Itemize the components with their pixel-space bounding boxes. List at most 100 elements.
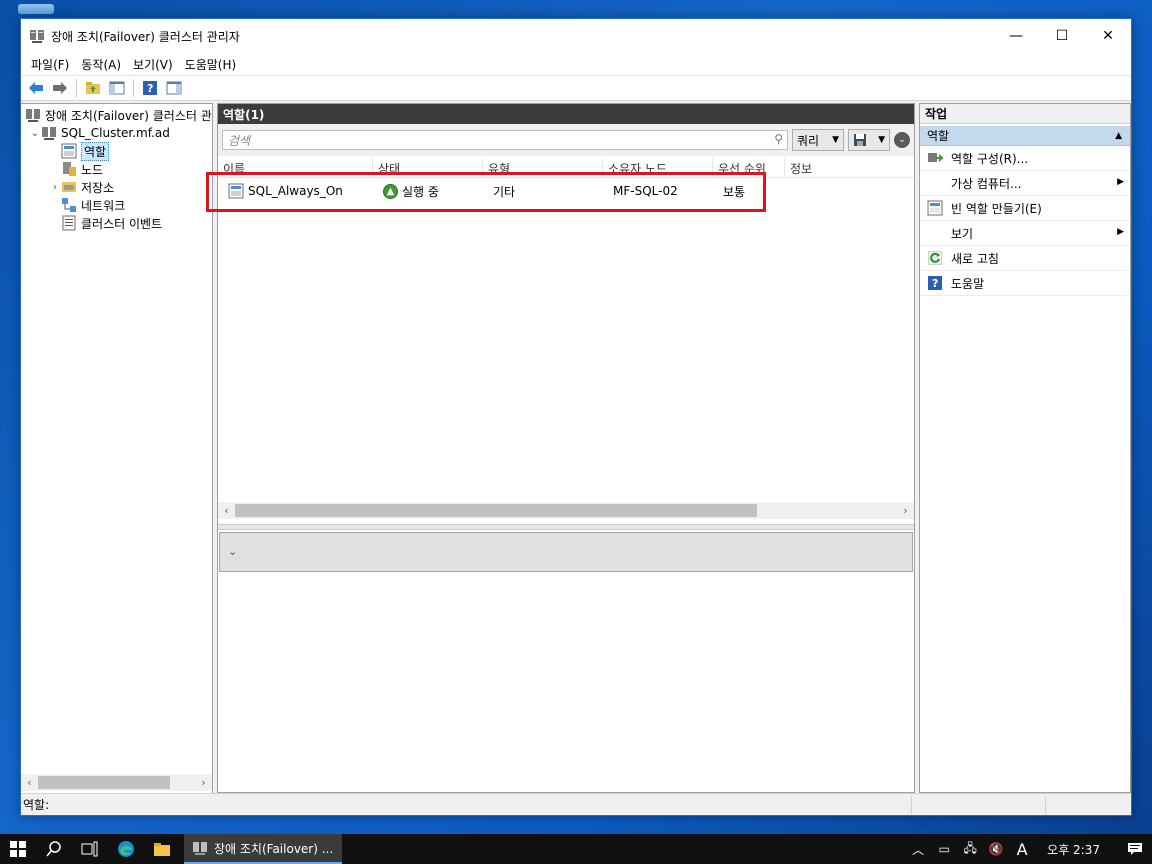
column-header-info[interactable]: 정보 (785, 158, 914, 178)
forward-arrow-icon (53, 82, 67, 94)
actions-section-label: 역할 (927, 129, 950, 143)
menu-action[interactable]: 동작(A) (75, 56, 127, 73)
save-query-button[interactable]: ▼ (848, 129, 890, 151)
tree-item-storage[interactable]: › 저장소 (49, 178, 114, 196)
roles-icon (61, 143, 77, 159)
console-tree: 장애 조치(Failover) 클러스터 관 ⌄ SQL_Cluster.mf.… (21, 103, 213, 793)
collapse-chevron-icon[interactable]: ⌄ (29, 128, 41, 139)
status-text: 역할: (23, 798, 50, 812)
task-view-button[interactable] (72, 834, 108, 864)
dropdown-arrow-icon: ▼ (878, 135, 885, 145)
failover-cluster-manager-window: 장애 조치(Failover) 클러스터 관리자 — ☐ ✕ 파일(F) 동작(… (20, 18, 1132, 816)
scroll-right-icon[interactable]: › (897, 502, 914, 519)
taskbar-app-failover-manager[interactable]: 장애 조치(Failover) ... (184, 834, 342, 864)
scroll-thumb[interactable] (38, 776, 170, 789)
taskbar-app-label: 장애 조치(Failover) ... (214, 841, 334, 856)
storage-icon (62, 182, 76, 192)
help-icon: ? (927, 275, 943, 291)
recycle-bin-icon[interactable] (18, 4, 54, 14)
action-pane-icon (166, 81, 182, 95)
notifications-icon[interactable] (1118, 834, 1152, 864)
scroll-right-icon[interactable]: › (195, 774, 212, 791)
collapse-up-icon[interactable]: ▲ (1115, 131, 1122, 141)
taskbar: 장애 조치(Failover) ... ︿ ▭ 🖧 🔇 A 오후 2:37 (0, 834, 1152, 864)
search-button[interactable] (36, 834, 72, 864)
tree-item-label: 클러스터 이벤트 (81, 216, 163, 231)
grid-horizontal-scrollbar[interactable]: ‹ › (218, 502, 914, 519)
edge-browser-button[interactable] (108, 834, 144, 864)
empty-role-icon (927, 200, 943, 216)
toolbar-separator (76, 79, 77, 97)
search-icon (46, 841, 61, 857)
network-icon[interactable]: 🖧 (959, 834, 981, 864)
show-hidden-icons-chevron-icon[interactable]: ︿ (907, 834, 929, 864)
action-help[interactable]: ? 도움말 (920, 271, 1130, 296)
task-view-icon (81, 841, 98, 857)
close-button[interactable]: ✕ (1085, 19, 1131, 53)
title-bar: 장애 조치(Failover) 클러스터 관리자 — ☐ ✕ (21, 19, 1131, 53)
back-button[interactable] (25, 77, 47, 99)
scroll-left-icon[interactable]: ‹ (21, 774, 38, 791)
tree-horizontal-scrollbar[interactable]: ‹ › (21, 774, 212, 791)
clock[interactable]: 오후 2:37 (1037, 841, 1114, 858)
actions-title: 작업 (920, 104, 1130, 124)
scroll-left-icon[interactable]: ‹ (218, 502, 235, 519)
folder-icon (154, 843, 170, 856)
pane-splitter[interactable] (218, 524, 914, 530)
up-folder-button[interactable] (82, 77, 104, 99)
details-panel: ⌄ (219, 532, 913, 572)
toolbar-separator (133, 79, 134, 97)
search-row: 검색 ⚲ 쿼리 ▼ ▼ ⌄ (218, 124, 914, 156)
search-icon[interactable]: ⚲ (774, 132, 783, 146)
action-refresh[interactable]: 새로 고침 (920, 246, 1130, 271)
file-explorer-button[interactable] (144, 834, 180, 864)
query-button[interactable]: 쿼리 ▼ (792, 129, 844, 151)
action-label: 가상 컴퓨터... (951, 176, 1022, 191)
minimize-button[interactable]: — (993, 19, 1039, 53)
menu-file[interactable]: 파일(F) (25, 56, 75, 73)
scroll-thumb[interactable] (235, 504, 757, 517)
query-label: 쿼리 (797, 133, 820, 148)
action-view[interactable]: 보기 ▶ (920, 221, 1130, 246)
maximize-button[interactable]: ☐ (1039, 19, 1085, 53)
action-configure-role[interactable]: 역할 구성(R)... (920, 146, 1130, 171)
actions-pane: 작업 역할 ▲ 역할 구성(R)... 가상 컴퓨터... ▶ 빈 역할 만들기… (919, 103, 1131, 793)
tree-item-roles[interactable]: 역할 (61, 141, 110, 161)
tree-item-cluster-events[interactable]: 클러스터 이벤트 (61, 214, 162, 232)
roles-pane: 역할(1) 검색 ⚲ 쿼리 ▼ ▼ ⌄ 이름 상태 유형 소유자 노드 우선 순… (206, 103, 915, 793)
search-placeholder: 검색 (228, 133, 251, 148)
action-create-empty-role[interactable]: 빈 역할 만들기(E) (920, 196, 1130, 221)
actions-section-roles[interactable]: 역할 ▲ (920, 126, 1130, 146)
menu-help[interactable]: 도움말(H) (179, 56, 243, 73)
edge-icon (118, 841, 134, 857)
ime-indicator[interactable]: A (1011, 834, 1033, 864)
svg-text:?: ? (932, 277, 938, 290)
help-button[interactable]: ? (139, 77, 161, 99)
dropdown-arrow-icon: ▼ (832, 135, 839, 145)
show-hide-console-tree-button[interactable] (106, 77, 128, 99)
tree-root[interactable]: 장애 조치(Failover) 클러스터 관 (25, 106, 212, 124)
tree-item-networks[interactable]: 네트워크 (61, 196, 125, 214)
expand-chevron-icon[interactable]: › (49, 182, 61, 193)
show-hide-action-pane-button[interactable] (163, 77, 185, 99)
action-label: 역할 구성(R)... (951, 151, 1029, 166)
window-title: 장애 조치(Failover) 클러스터 관리자 (51, 29, 240, 44)
tree-item-nodes[interactable]: 노드 (61, 160, 103, 178)
expand-details-chevron-icon[interactable]: ⌄ (228, 545, 237, 558)
tree-item-label: 네트워크 (81, 198, 126, 213)
menu-view[interactable]: 보기(V) (127, 56, 179, 73)
tree-cluster[interactable]: ⌄ SQL_Cluster.mf.ad (29, 124, 170, 142)
back-arrow-icon (29, 82, 43, 94)
save-icon (854, 134, 866, 146)
svg-text:?: ? (147, 82, 153, 95)
console-tree-icon (109, 81, 125, 95)
expand-options-icon[interactable]: ⌄ (894, 132, 910, 148)
help-icon: ? (143, 81, 157, 95)
start-button[interactable] (0, 834, 36, 864)
battery-icon[interactable]: ▭ (933, 834, 955, 864)
action-virtual-machines[interactable]: 가상 컴퓨터... ▶ (920, 171, 1130, 196)
forward-button[interactable] (49, 77, 71, 99)
configure-role-icon (927, 150, 943, 166)
search-input[interactable]: 검색 ⚲ (222, 130, 788, 150)
volume-muted-icon[interactable]: 🔇 (985, 834, 1007, 864)
